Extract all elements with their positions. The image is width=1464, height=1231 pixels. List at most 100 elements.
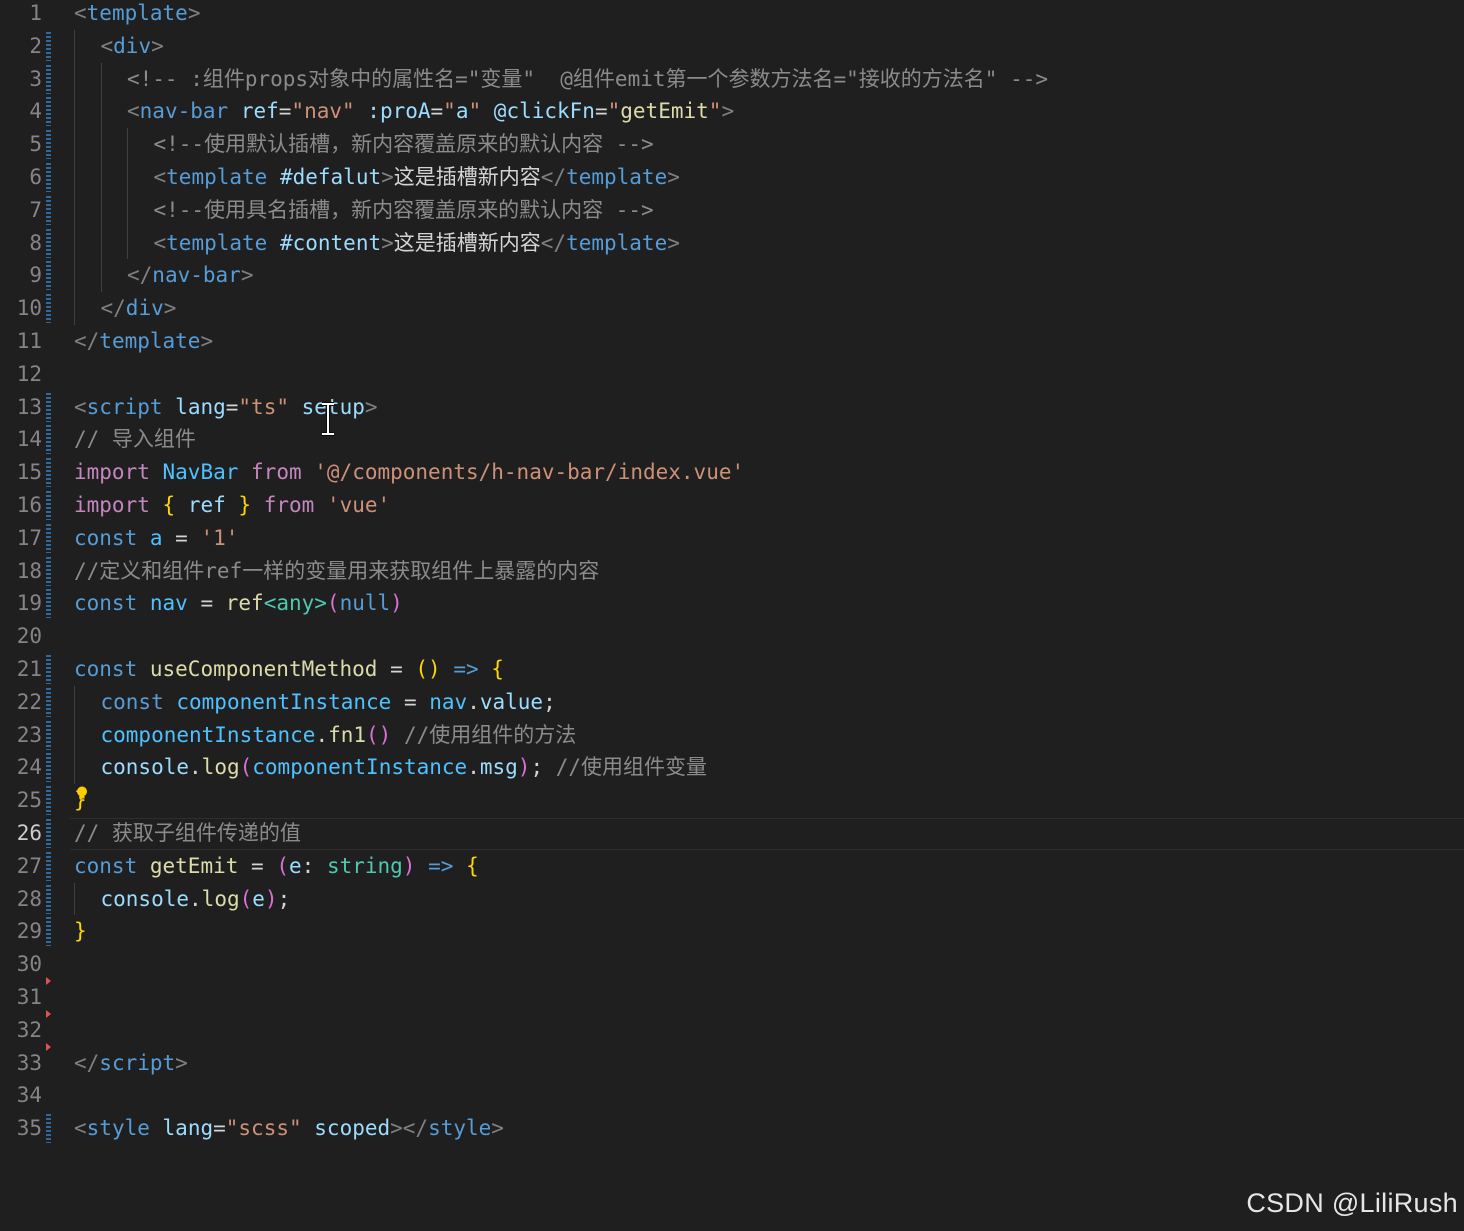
code-text[interactable]: const nav = ref<any>(null) [74,587,403,620]
code-text[interactable]: </div> [101,292,177,325]
code-text[interactable]: <template> [74,0,200,30]
modified-gutter-marker[interactable] [46,163,51,192]
code-token: e [252,886,265,911]
modified-gutter-marker[interactable] [46,392,51,422]
code-line[interactable]: 4 <nav-bar ref="nav" :proA="a" @clickFn="… [0,95,1464,129]
modified-gutter-marker[interactable] [46,851,51,881]
line-number: 9 [29,263,42,288]
modified-gutter-marker[interactable] [46,523,51,553]
code-text[interactable]: console.log(e); [101,883,291,916]
modified-gutter-marker[interactable] [46,720,51,750]
code-line[interactable]: 11 </template> [0,325,1464,358]
code-line[interactable]: 3 <!-- :组件props对象中的属性名="变量" @组件emit第一个参数方… [0,62,1464,96]
code-line[interactable]: 19 const nav = ref<any>(null) [0,587,1464,620]
modified-gutter-marker[interactable] [46,819,51,848]
modified-gutter-marker[interactable] [46,556,51,586]
modified-gutter-marker[interactable] [46,31,51,61]
code-text[interactable]: <nav-bar ref="nav" :proA="a" @clickFn="g… [127,95,734,128]
code-text[interactable]: const getEmit = (e: string) => { [74,850,479,883]
code-text[interactable]: import { ref } from 'vue' [74,489,390,522]
code-line[interactable]: 15 import NavBar from '@/components/h-nav… [0,456,1464,489]
code-token: " [443,99,456,124]
code-line[interactable]: 8 <template #content>这是插槽新内容</template> [0,226,1464,260]
code-line[interactable]: 12 [0,358,1464,391]
code-text[interactable]: <!--使用具名插槽，新内容覆盖原来的默认内容 --> [154,194,654,227]
code-token: console [100,755,190,780]
code-line[interactable]: 21 const useComponentMethod = () => { [0,653,1464,686]
code-editor[interactable]: 1 <template> 2 <div> 3 <!-- :组件props对象中的属性名="… [0,0,1464,1160]
code-line[interactable]: 29} [0,915,1464,948]
modified-gutter-marker[interactable] [46,64,51,94]
code-line[interactable]: 14 // 导入组件 [0,423,1464,456]
code-line[interactable]: 6 <template #defalut>这是插槽新内容</template> [0,161,1464,194]
deleted-lines-marker[interactable] [46,1042,51,1051]
code-line[interactable]: 16 import { ref } from 'vue' [0,489,1464,522]
code-text[interactable]: } [74,915,87,948]
modified-gutter-marker[interactable] [46,589,51,619]
modified-gutter-marker[interactable] [46,1114,51,1144]
modified-gutter-marker[interactable] [46,753,51,783]
indent-guide [74,193,75,227]
code-text[interactable]: </script> [74,1047,188,1080]
modified-gutter-marker[interactable] [46,655,51,684]
code-text[interactable]: const componentInstance = nav.value; [101,686,556,719]
code-line[interactable]: 5 <!--使用默认插槽，新内容覆盖原来的默认内容 --> [0,128,1464,161]
code-text[interactable]: <template #defalut>这是插槽新内容</template> [154,161,680,194]
code-line[interactable]: 9 </nav-bar> [0,259,1464,293]
modified-gutter-marker[interactable] [46,294,51,324]
code-token: = [391,689,430,714]
code-line[interactable]: 1 <template> [0,0,1464,30]
modified-gutter-marker[interactable] [46,228,51,258]
modified-gutter-marker[interactable] [46,130,51,160]
code-line[interactable]: 23 componentInstance.fn1() //使用组件的方法 [0,718,1464,752]
code-text[interactable]: const a = '1' [74,522,238,555]
code-line[interactable]: 26 // 获取子组件传递的值 [0,817,1464,850]
code-text[interactable]: <template #content>这是插槽新内容</template> [154,227,680,260]
code-line[interactable]: 18 //定义和组件ref一样的变量用来获取组件上暴露的内容 [0,555,1464,588]
code-text[interactable]: //定义和组件ref一样的变量用来获取组件上暴露的内容 [74,555,599,588]
code-text[interactable]: console.log(componentInstance.msg); //使用… [101,751,708,784]
code-text[interactable]: // 导入组件 [74,423,196,456]
modified-gutter-marker[interactable] [46,261,51,291]
code-line[interactable]: 33 </script> [0,1047,1464,1080]
code-line[interactable]: 30 [0,948,1464,981]
code-text[interactable]: import NavBar from '@/components/h-nav-b… [74,456,744,489]
code-line[interactable]: 32 [0,1014,1464,1047]
modified-gutter-marker[interactable] [46,458,51,488]
code-line[interactable]: 34 [0,1079,1464,1112]
code-line[interactable]: 35 <style lang="scss" scoped></style> [0,1112,1464,1145]
code-line[interactable]: 2 <div> [0,29,1464,63]
code-line[interactable]: 7 <!--使用具名插槽，新内容覆盖原来的默认内容 --> [0,193,1464,227]
code-line[interactable]: 22 const componentInstance = nav.value; [0,685,1464,719]
code-line[interactable]: 31 [0,981,1464,1014]
modified-gutter-marker[interactable] [46,917,51,947]
deleted-lines-marker[interactable] [46,1009,51,1018]
code-text[interactable]: // 获取子组件传递的值 [74,817,301,850]
code-line[interactable]: 25} [0,784,1464,817]
code-text[interactable]: <!--使用默认插槽，新内容覆盖原来的默认内容 --> [154,128,654,161]
code-text[interactable]: <div> [101,30,164,63]
code-line[interactable]: 27 const getEmit = (e: string) => { [0,850,1464,883]
code-line[interactable]: 24 console.log(componentInstance.msg); //… [0,751,1464,785]
modified-gutter-marker[interactable] [46,491,51,520]
code-text[interactable]: componentInstance.fn1() //使用组件的方法 [101,719,577,752]
code-text[interactable]: </nav-bar> [127,259,253,292]
lightbulb-icon[interactable] [76,786,88,802]
code-text[interactable]: <!-- :组件props对象中的属性名="变量" @组件emit第一个参数方法… [127,63,1048,96]
code-text[interactable]: <style lang="scss" scoped></style> [74,1112,504,1145]
modified-gutter-marker[interactable] [46,195,51,225]
code-line[interactable]: 10 </div> [0,292,1464,325]
modified-gutter-marker[interactable] [46,687,51,717]
modified-gutter-marker[interactable] [46,884,51,914]
code-line[interactable]: 17 const a = '1' [0,522,1464,555]
modified-gutter-marker[interactable] [46,425,51,455]
deleted-lines-marker[interactable] [46,977,51,985]
code-line[interactable]: 28 console.log(e); [0,882,1464,916]
code-text[interactable]: const useComponentMethod = () => { [74,653,504,686]
code-line[interactable]: 20 [0,620,1464,653]
code-text[interactable]: </template> [74,325,213,358]
code-line[interactable]: 13 <script lang="ts" setup> [0,391,1464,424]
modified-gutter-marker[interactable] [46,97,51,127]
modified-gutter-marker[interactable] [46,786,51,816]
